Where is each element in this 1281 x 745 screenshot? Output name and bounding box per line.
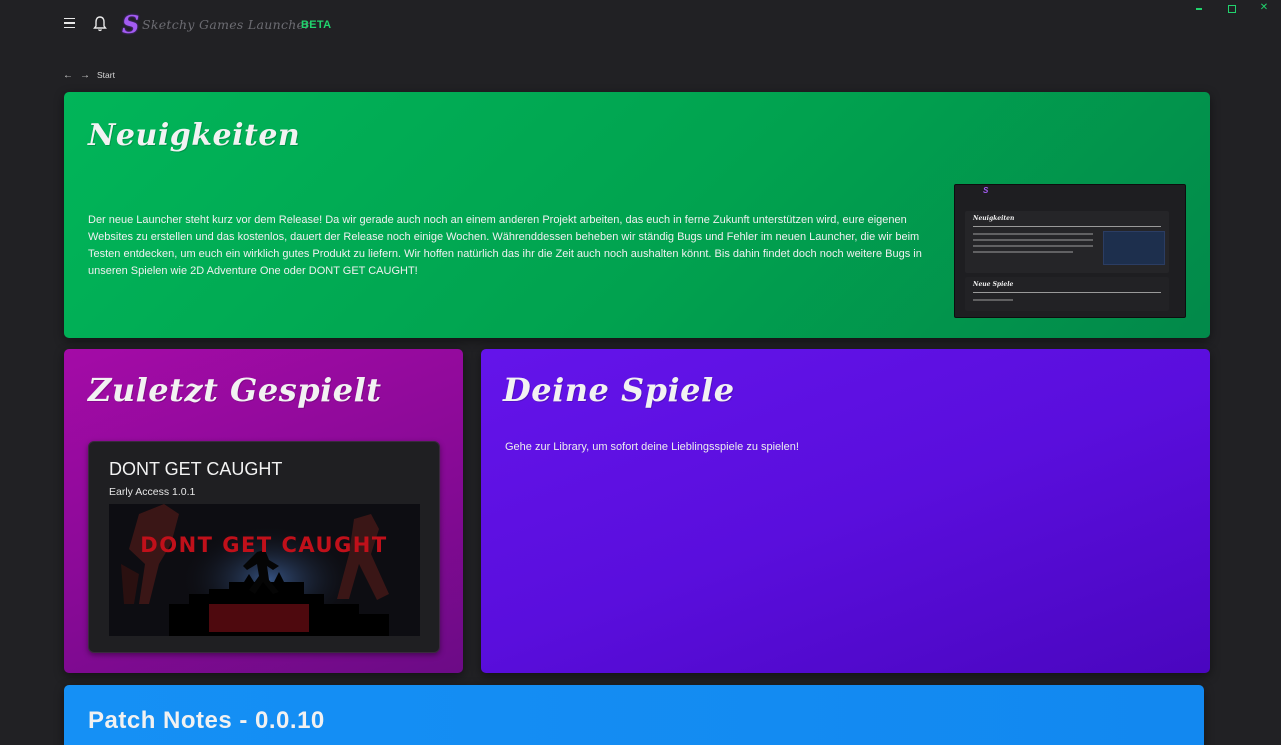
game-cover-title: DONT GET CAUGHT — [140, 533, 387, 557]
back-arrow-icon[interactable]: ← — [63, 70, 73, 81]
beta-badge: BETA — [301, 19, 332, 31]
preview-thumbnail — [1103, 231, 1165, 265]
forward-arrow-icon[interactable]: → — [80, 70, 90, 81]
window-controls: ✕ — [1193, 2, 1271, 14]
your-games-text: Gehe zur Library, um sofort deine Liebli… — [505, 441, 799, 453]
news-text: Der neue Launcher steht kurz vor dem Rel… — [88, 214, 922, 277]
breadcrumb: ← → Start — [63, 68, 115, 82]
maximize-button[interactable] — [1225, 2, 1239, 14]
preview-games-card: Neue Spiele — [965, 277, 1169, 311]
preview-text-line — [973, 251, 1073, 253]
app-title: Sketchy Games Launcher — [142, 17, 311, 32]
breadcrumb-current: Start — [97, 70, 115, 80]
news-preview-image[interactable]: S Neuigkeiten Neue Spiele — [954, 184, 1186, 318]
preview-text-line — [973, 239, 1093, 241]
game-version: Early Access 1.0.1 — [109, 486, 196, 498]
recently-played-card: Zuletzt Gespielt DONT GET CAUGHT Early A… — [64, 349, 463, 673]
hamburger-menu-icon[interactable] — [62, 14, 78, 32]
app-logo: S — [122, 10, 140, 39]
preview-news-card: Neuigkeiten — [965, 211, 1169, 273]
bell-icon[interactable] — [92, 15, 108, 33]
preview-news-title: Neuigkeiten — [973, 215, 1015, 222]
game-name: DONT GET CAUGHT — [109, 459, 283, 479]
recently-played-title: Zuletzt Gespielt — [88, 371, 382, 409]
preview-divider — [973, 226, 1161, 227]
preview-games-title: Neue Spiele — [973, 281, 1014, 288]
preview-divider — [973, 292, 1161, 293]
preview-logo: S — [983, 186, 989, 195]
title-bar: S Sketchy Games Launcher BETA ✕ — [0, 0, 1281, 50]
your-games-title: Deine Spiele — [503, 371, 735, 409]
preview-titlebar: S — [955, 185, 1185, 199]
news-title: Neuigkeiten — [88, 118, 301, 153]
game-cover-image[interactable]: DONT GET CAUGHT — [109, 504, 420, 636]
preview-text-line — [973, 245, 1093, 247]
close-button[interactable]: ✕ — [1257, 2, 1271, 14]
preview-text-line — [973, 233, 1093, 235]
patch-notes-title: Patch Notes - 0.0.10 — [88, 707, 325, 734]
news-card: Neuigkeiten Der neue Launcher steht kurz… — [64, 92, 1210, 338]
patch-notes-card: Patch Notes - 0.0.10 — [64, 685, 1204, 745]
preview-text-line — [973, 299, 1013, 301]
game-tile[interactable]: DONT GET CAUGHT Early Access 1.0.1 DONT … — [88, 441, 440, 653]
minimize-button[interactable] — [1193, 2, 1207, 14]
your-games-card[interactable]: Deine Spiele Gehe zur Library, um sofort… — [481, 349, 1210, 673]
